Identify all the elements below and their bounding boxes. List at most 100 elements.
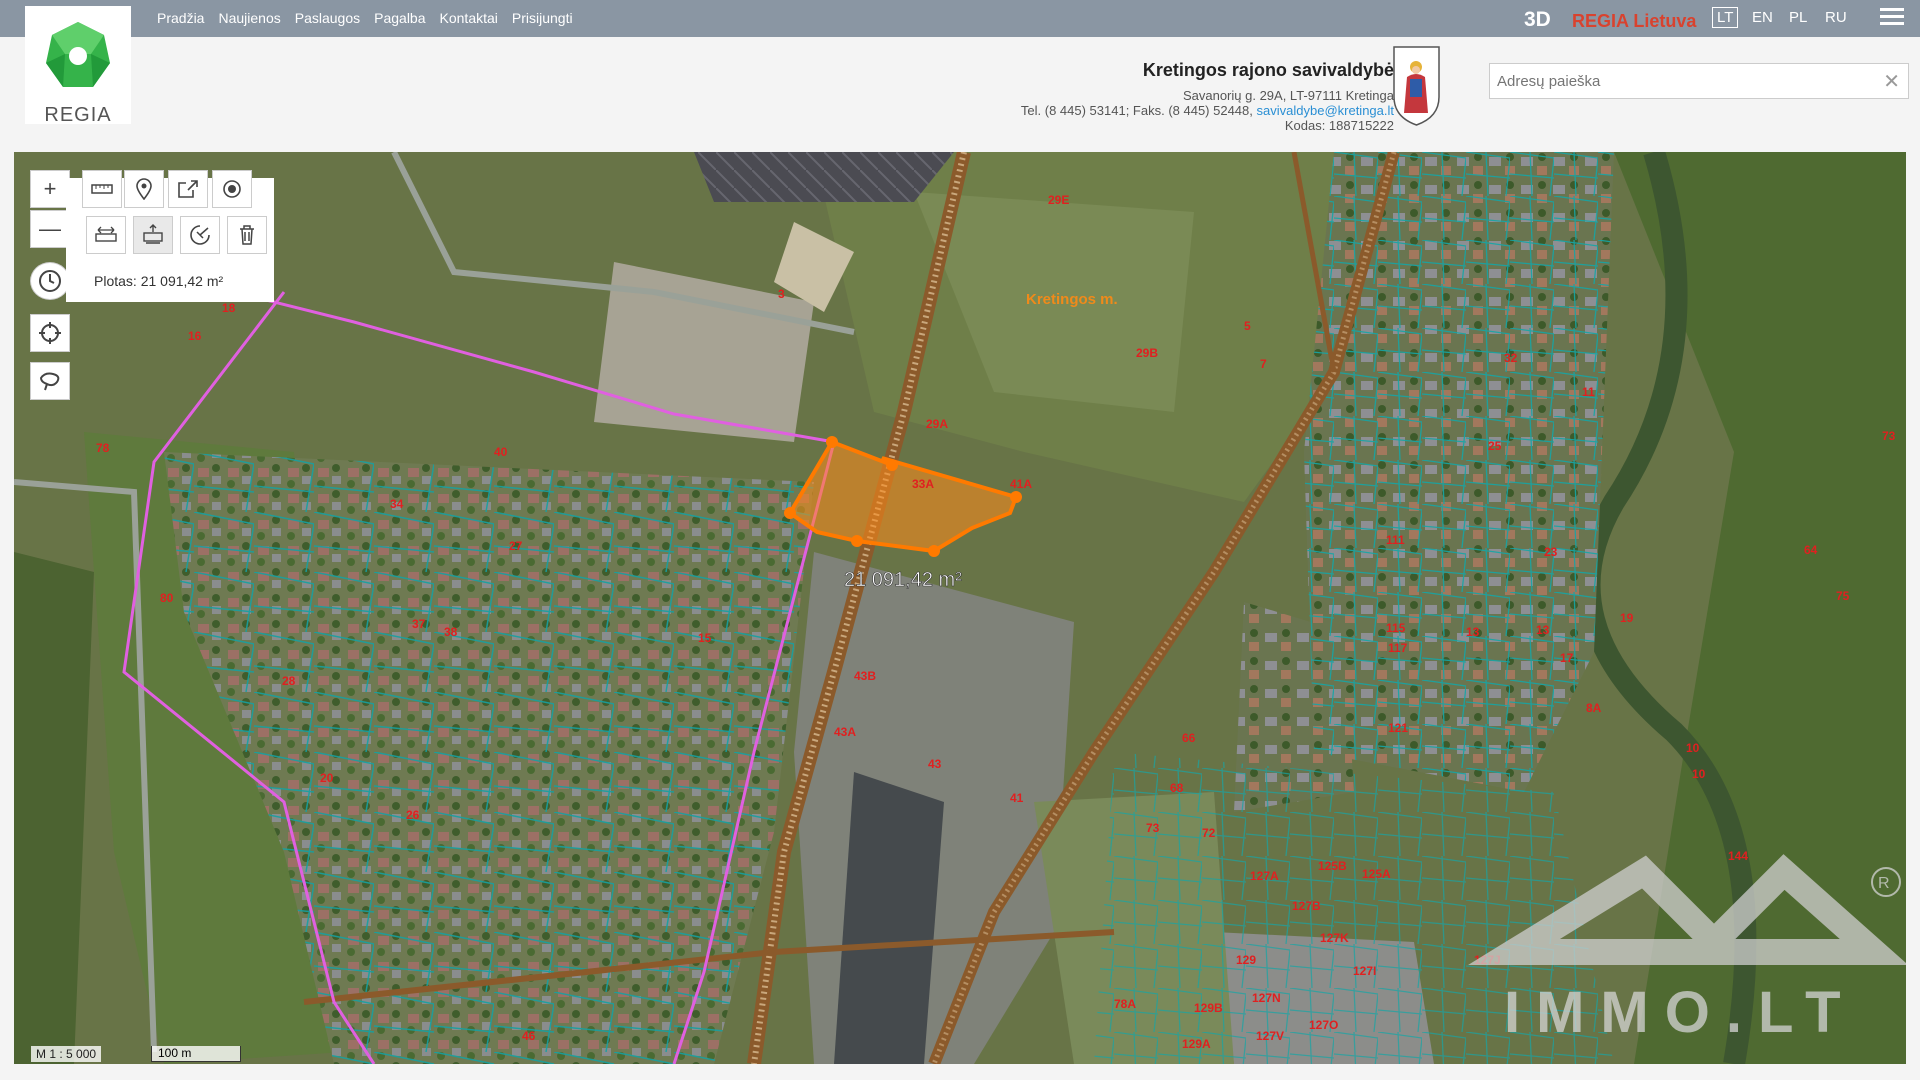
lang-ru[interactable]: RU [1825, 9, 1847, 26]
parcel-label: 127V [1256, 1029, 1284, 1043]
parcel-label: 15 [698, 631, 712, 645]
zoom-in-button[interactable]: + [30, 170, 70, 208]
parcel-label: 29E [1048, 193, 1069, 207]
3d-button[interactable]: 3D [1524, 8, 1551, 32]
search-input[interactable] [1490, 64, 1870, 98]
town-label: Kretingos m. [1026, 291, 1118, 308]
svg-text:R: R [1878, 875, 1890, 892]
nav-pradzia[interactable]: Pradžia [157, 10, 204, 26]
parcel-label: 78 [96, 441, 110, 455]
map-scale: M 1 : 5 000 [31, 1046, 102, 1062]
lang-en[interactable]: EN [1752, 9, 1773, 26]
parcel-label: 66 [1182, 731, 1196, 745]
radio-target-icon[interactable] [212, 170, 252, 208]
regia-lietuva-link[interactable]: REGIA Lietuva [1572, 11, 1696, 32]
locate-icon[interactable] [30, 314, 70, 352]
parcel-label: 28 [282, 674, 296, 688]
share-icon[interactable] [168, 170, 208, 208]
parcel-label: 125A [1362, 867, 1391, 881]
parcel-label: 20 [320, 771, 334, 785]
hamburger-menu-icon[interactable] [1880, 8, 1904, 28]
parcel-label: 75 [1836, 589, 1850, 603]
parcel-label: 17 [1560, 651, 1574, 665]
map-canvas[interactable]: 21 091,42 m² Kretingos m. 29E 29B 29A 33A 41… [14, 152, 1906, 1064]
nav-pagalba[interactable]: Pagalba [374, 10, 425, 26]
parcel-label: 117 [1388, 641, 1408, 655]
parcel-label: 129A [1182, 1037, 1211, 1051]
parcel-label: 68 [1170, 781, 1184, 795]
nav-prisijungti[interactable]: Prisijungti [512, 10, 573, 26]
main-nav: Pradžia Naujienos Paslaugos Pagalba Kont… [157, 10, 587, 26]
parcel-label: 129B [1194, 1001, 1223, 1015]
nav-paslaugos[interactable]: Paslaugos [295, 10, 360, 26]
parcel-label: 16 [188, 329, 202, 343]
parcel-label: 125B [1318, 859, 1347, 873]
parcel-label: 127A [1250, 869, 1279, 883]
parcel-label: 121 [1388, 721, 1408, 735]
parcel-label: 41A [1010, 477, 1032, 491]
lasso-select-icon[interactable] [30, 362, 70, 400]
parcel-label: 73 [1882, 429, 1896, 443]
parcel-label: 40 [494, 445, 508, 459]
parcel-label: 43B [854, 669, 876, 683]
trash-icon[interactable] [227, 216, 267, 254]
ruler-icon[interactable] [82, 170, 122, 208]
municipality-title: Kretingos rajono savivaldybė [1142, 60, 1394, 80]
logo-text: REGIA [44, 104, 112, 126]
parcel-label: 10 [1686, 741, 1700, 755]
parcel-label: 43 [928, 757, 942, 771]
coat-of-arms-icon [1393, 46, 1440, 126]
municipality-phones: Tel. (8 445) 53141; Faks. (8 445) 52448, [1020, 103, 1253, 118]
parcel-label: 7 [1260, 357, 1267, 371]
parcel-label: 18 [222, 301, 236, 315]
municipality-contacts: Tel. (8 445) 53141; Faks. (8 445) 52448,… [1021, 103, 1394, 118]
parcel-label: 115 [1386, 621, 1406, 635]
parcel-label: 23 [1544, 545, 1558, 559]
parcel-label: 29A [926, 417, 948, 431]
nav-kontaktai[interactable]: Kontaktai [440, 10, 498, 26]
parcel-label: 5 [1244, 319, 1251, 333]
parcel-label: 32 [1504, 351, 1518, 365]
parcel-label: 37 [412, 617, 426, 631]
parcel-label: 11 [1582, 385, 1595, 399]
parcel-label: 127N [1252, 991, 1281, 1005]
area-readout: Plotas: 21 091,42 m² [94, 273, 224, 289]
lang-pl[interactable]: PL [1789, 9, 1807, 26]
zoom-out-button[interactable]: — [30, 210, 70, 248]
parcel-label: 78A [1114, 997, 1136, 1011]
parcel-label: 64 [1804, 543, 1818, 557]
address-search: ✕ [1489, 63, 1909, 99]
parcel-label: 129 [1236, 953, 1256, 967]
lang-lt[interactable]: LT [1712, 7, 1739, 28]
parcel-label: 27 [509, 539, 523, 553]
measure-distance-icon[interactable] [86, 216, 126, 254]
regia-logo-icon [46, 22, 110, 87]
watermark-text: IMMO.LT [1504, 980, 1857, 1045]
parcel-label: 72 [1202, 826, 1216, 840]
parcel-label: 25 [1488, 439, 1502, 453]
municipality-address: Savanorių g. 29A, LT-97111 Kretinga [1182, 88, 1394, 103]
parcel-label: 144 [1728, 849, 1748, 863]
map-pin-icon[interactable] [124, 170, 164, 208]
parcel-label: 26 [406, 808, 420, 822]
parcel-label: 46 [522, 1029, 536, 1043]
nav-naujienos[interactable]: Naujienos [218, 10, 280, 26]
parcel-label: 19 [1620, 611, 1634, 625]
parcel-label: 29B [1136, 346, 1158, 360]
footer-strip [0, 1064, 1920, 1080]
measured-area-label: 21 091,42 m² [844, 569, 962, 591]
top-bar: Pradžia Naujienos Paslaugos Pagalba Kont… [0, 0, 1920, 37]
parcel-label: 8A [1586, 701, 1602, 715]
regia-logo[interactable]: REGIA [25, 6, 131, 126]
history-icon[interactable] [30, 262, 70, 300]
measure-area-icon[interactable] [133, 216, 173, 254]
parcel-label: 127O [1309, 1018, 1338, 1032]
parcel-label: 34 [390, 497, 404, 511]
parcel-label: 127K [1320, 931, 1349, 945]
parcel-label: 13 [1466, 625, 1480, 639]
parcel-label: 111 [1386, 533, 1405, 547]
measure-radius-icon[interactable] [180, 216, 220, 254]
parcel-label: 43A [834, 725, 856, 739]
clear-search-icon[interactable]: ✕ [1883, 69, 1900, 94]
parcel-label: 73 [1146, 821, 1160, 835]
